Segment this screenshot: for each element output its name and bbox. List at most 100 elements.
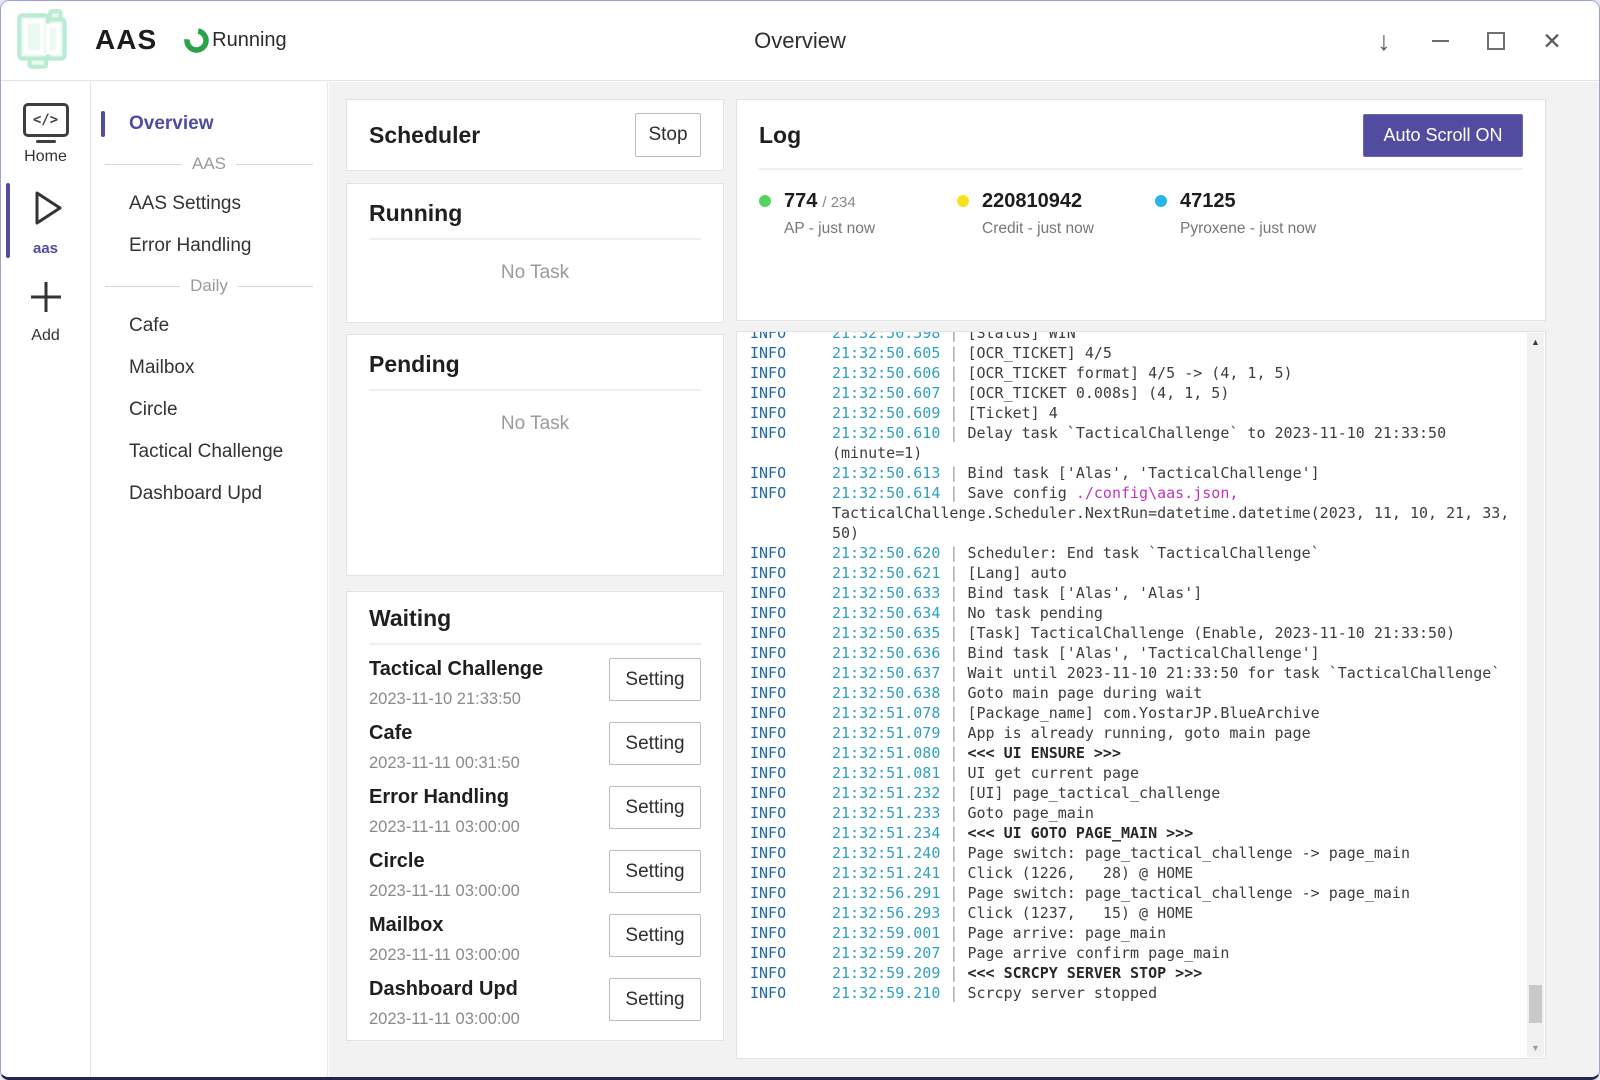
- app-window: AAS Running Overview ↓ ✕ </>HomeaasAdd O…: [0, 0, 1600, 1080]
- stat-value-line: 220810942: [982, 190, 1094, 213]
- log-separator: |: [940, 784, 967, 802]
- log-level: INFO: [750, 783, 832, 803]
- task-setting-button[interactable]: Setting: [609, 914, 701, 957]
- log-message-segment: Bind task ['Alas', 'TacticalChallenge']: [967, 464, 1319, 482]
- log-level: INFO: [750, 703, 832, 723]
- log-entry: INFO21:32:59.207 | Page arrive confirm p…: [750, 943, 1512, 963]
- monitor-stand: [36, 140, 56, 143]
- log-message-segment: ./config\aas.json,: [1076, 484, 1239, 502]
- log-level: INFO: [750, 963, 832, 983]
- rail-item-aas[interactable]: aas: [1, 175, 90, 266]
- minimize-button[interactable]: [1419, 13, 1461, 69]
- task-name: Circle: [369, 850, 520, 873]
- log-timestamp: 21:32:50.621: [832, 564, 940, 582]
- log-entry: INFO21:32:50.620 | Scheduler: End task `…: [750, 543, 1512, 563]
- log-separator: |: [940, 564, 967, 582]
- waiting-task-row: Mailbox2023-11-11 03:00:00Setting: [369, 914, 701, 965]
- log-separator: |: [940, 331, 967, 342]
- running-card: Running No Task: [346, 183, 724, 323]
- log-message-segment: Page arrive: page_main: [967, 924, 1166, 942]
- log-timestamp: 21:32:50.637: [832, 664, 940, 682]
- task-setting-button[interactable]: Setting: [609, 658, 701, 701]
- divider: [759, 168, 1523, 170]
- nav-item-cafe[interactable]: Cafe: [91, 305, 327, 347]
- log-separator: |: [940, 764, 967, 782]
- log-level: INFO: [750, 603, 832, 623]
- pending-empty-text: No Task: [369, 413, 701, 435]
- task-setting-button[interactable]: Setting: [609, 722, 701, 765]
- download-button[interactable]: ↓: [1363, 13, 1405, 69]
- log-entry: INFO21:32:51.078 | [Package_name] com.Yo…: [750, 703, 1512, 723]
- divider: [369, 238, 701, 240]
- divider-line: [105, 164, 182, 165]
- waiting-task-row: Dashboard Upd2023-11-11 03:00:00 Setting: [369, 978, 701, 1029]
- log-level: INFO: [750, 363, 832, 383]
- nav-group-daily: Daily: [91, 267, 327, 305]
- log-level: INFO: [750, 743, 832, 763]
- nav-item-dashboard-upd[interactable]: Dashboard Upd: [91, 473, 327, 515]
- dashboard-stat: 220810942Credit - just now: [957, 190, 1155, 238]
- scrollbar-down-icon[interactable]: ▼: [1527, 1039, 1544, 1057]
- nav-item-error-handling[interactable]: Error Handling: [91, 225, 327, 267]
- log-level: INFO: [750, 331, 832, 343]
- log-message-segment: [Lang] auto: [967, 564, 1066, 582]
- stat-label: Pyroxene - just now: [1180, 220, 1316, 238]
- plus-icon: [24, 277, 68, 317]
- nav-item-aas-settings[interactable]: AAS Settings: [91, 183, 327, 225]
- task-setting-button[interactable]: Setting: [609, 978, 701, 1021]
- log-lines: INFO21:32:50.598 | [Status] WININFO21:32…: [750, 331, 1545, 1003]
- log-separator: |: [940, 704, 967, 722]
- log-level: INFO: [750, 803, 832, 823]
- waiting-task-info: Tactical Challenge2023-11-10 21:33:50: [369, 658, 543, 709]
- task-next-run: 2023-11-11 03:00:00: [369, 946, 520, 965]
- log-message-segment: Click (1237, 15) @ HOME: [967, 904, 1193, 922]
- scrollbar-up-icon[interactable]: ▲: [1527, 333, 1544, 351]
- log-level: INFO: [750, 863, 832, 883]
- log-separator: |: [940, 804, 967, 822]
- log-level: INFO: [750, 683, 832, 703]
- auto-scroll-button[interactable]: Auto Scroll ON: [1363, 114, 1523, 157]
- log-message-segment: App is already running, goto main page: [967, 724, 1310, 742]
- log-timestamp: 21:32:50.606: [832, 364, 940, 382]
- nav-item-circle[interactable]: Circle: [91, 389, 327, 431]
- log-message-segment: Wait until 2023-11-10 21:33:50 for task …: [967, 664, 1500, 682]
- log-entry: INFO21:32:50.633 | Bind task ['Alas', 'A…: [750, 583, 1512, 603]
- maximize-button[interactable]: [1475, 13, 1517, 69]
- log-separator: |: [940, 624, 967, 642]
- stop-button[interactable]: Stop: [635, 113, 701, 157]
- log-timestamp: 21:32:51.081: [832, 764, 940, 782]
- log-scrollbar[interactable]: ▲ ▼: [1527, 333, 1544, 1057]
- nav-item-mailbox[interactable]: Mailbox: [91, 347, 327, 389]
- log-separator: |: [940, 724, 967, 742]
- close-button[interactable]: ✕: [1531, 13, 1573, 69]
- log-message-segment: [OCR_TICKET format] 4/5 -> (4, 1, 5): [967, 364, 1292, 382]
- log-separator: |: [940, 924, 967, 942]
- scrollbar-thumb[interactable]: [1529, 985, 1542, 1023]
- log-level: INFO: [750, 843, 832, 863]
- log-entry: INFO21:32:56.291 | Page switch: page_tac…: [750, 883, 1512, 903]
- nav-item-tactical-challenge[interactable]: Tactical Challenge: [91, 431, 327, 473]
- task-setting-button[interactable]: Setting: [609, 850, 701, 893]
- rail-item-home[interactable]: </>Home: [1, 92, 90, 175]
- task-name: Error Handling: [369, 786, 520, 809]
- log-panel: INFO21:32:50.598 | [Status] WININFO21:32…: [736, 331, 1546, 1059]
- log-timestamp: 21:32:50.609: [832, 404, 940, 422]
- log-level: INFO: [750, 643, 832, 663]
- stat-value-line: 774/ 234: [784, 190, 875, 213]
- task-setting-button[interactable]: Setting: [609, 786, 701, 829]
- scheduler-column: Scheduler Stop Running No Task Pending N…: [346, 99, 724, 1041]
- dashboard-stat: 774/ 234AP - just now: [759, 190, 957, 238]
- log-separator: |: [940, 604, 967, 622]
- log-separator: |: [940, 484, 967, 502]
- window-title: Overview: [754, 1, 846, 81]
- log-message-segment: Scheduler: End task `TacticalChallenge`: [967, 544, 1319, 562]
- log-message-segment: Click (1226, 28) @ HOME: [967, 864, 1193, 882]
- log-separator: |: [940, 684, 967, 702]
- log-timestamp: 21:32:51.078: [832, 704, 940, 722]
- log-message-segment: No task pending: [967, 604, 1102, 622]
- rail-item-add[interactable]: Add: [1, 266, 90, 354]
- waiting-task-info: Dashboard Upd2023-11-11 03:00:00: [369, 978, 520, 1029]
- nav-item-overview[interactable]: Overview: [91, 103, 327, 145]
- log-column: Log Auto Scroll ON 774/ 234AP - just now…: [736, 99, 1546, 1059]
- log-entry: INFO21:32:51.079 | App is already runnin…: [750, 723, 1512, 743]
